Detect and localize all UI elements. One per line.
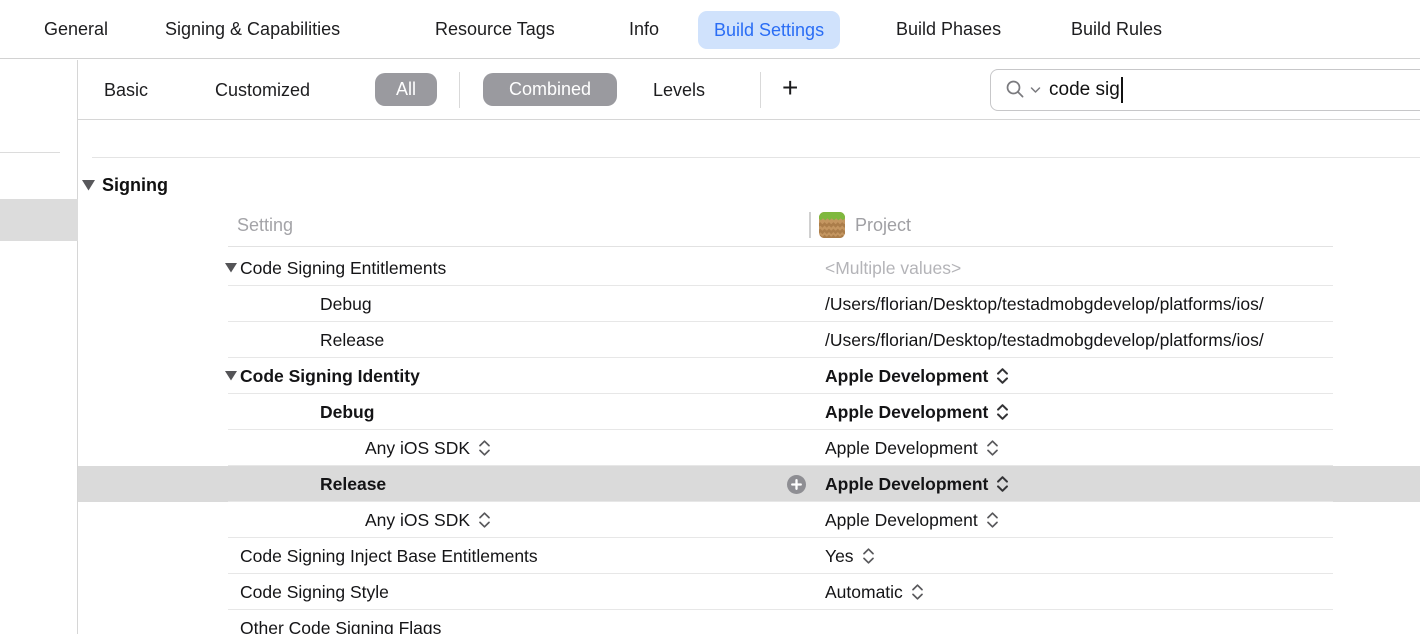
- scope-button-customized[interactable]: Customized: [215, 60, 310, 120]
- stepper-icon[interactable]: [996, 475, 1009, 493]
- column-divider: [809, 212, 811, 238]
- section-title: Signing: [102, 175, 168, 196]
- section-disclosure-triangle-icon[interactable]: [82, 180, 95, 191]
- sidebar-separator: [0, 152, 60, 153]
- scope-button-basic[interactable]: Basic: [104, 60, 148, 120]
- text-cursor: [1121, 77, 1123, 103]
- setting-row[interactable]: Any iOS SDK Apple Development: [78, 430, 1420, 466]
- stepper-icon[interactable]: [911, 583, 924, 601]
- setting-label: Release: [320, 330, 384, 351]
- project-column-header: Project: [855, 204, 911, 246]
- setting-value: <Multiple values>: [825, 258, 961, 279]
- setting-row[interactable]: Release/Users/florian/Desktop/testadmobg…: [78, 322, 1420, 358]
- add-value-button[interactable]: [787, 475, 806, 494]
- configuration-tab-bar: General Signing & Capabilities Resource Ta…: [0, 0, 1420, 59]
- settings-rows: Code Signing Entitlements <Multiple value…: [78, 250, 1420, 634]
- setting-row[interactable]: Other Code Signing Flags: [78, 610, 1420, 634]
- tab-info[interactable]: Info: [629, 0, 659, 59]
- setting-row[interactable]: Code Signing Inject Base Entitlements Yes: [78, 538, 1420, 574]
- setting-label: Any iOS SDK: [365, 438, 470, 459]
- tab-resource-tags[interactable]: Resource Tags: [435, 0, 555, 59]
- setting-label: Code Signing Style: [240, 582, 389, 603]
- table-column-header: Setting Project: [78, 204, 1420, 246]
- setting-value[interactable]: Apple Development: [825, 366, 988, 387]
- navigator-sidebar: [0, 60, 78, 634]
- setting-row[interactable]: Any iOS SDK Apple Development: [78, 502, 1420, 538]
- scope-button-all[interactable]: All: [375, 73, 437, 106]
- setting-value[interactable]: Apple Development: [825, 510, 978, 531]
- setting-label: Any iOS SDK: [365, 510, 470, 531]
- setting-row[interactable]: Release Apple Development: [78, 466, 1420, 502]
- scope-button-levels[interactable]: Levels: [653, 60, 705, 120]
- tab-signing-capabilities[interactable]: Signing & Capabilities: [165, 0, 340, 59]
- scope-button-combined[interactable]: Combined: [483, 73, 617, 106]
- setting-label: Code Signing Inject Base Entitlements: [240, 546, 538, 567]
- setting-label: Code Signing Entitlements: [240, 258, 446, 279]
- add-build-setting-button[interactable]: +: [782, 60, 798, 120]
- table-top-separator: [92, 157, 1420, 158]
- stepper-icon[interactable]: [986, 511, 999, 529]
- setting-value[interactable]: Yes: [825, 546, 854, 567]
- setting-label: Other Code Signing Flags: [240, 618, 441, 634]
- row-disclosure-triangle-icon[interactable]: [225, 250, 237, 286]
- setting-value[interactable]: Apple Development: [825, 438, 978, 459]
- tab-build-rules[interactable]: Build Rules: [1071, 0, 1162, 59]
- xcode-build-settings-window: General Signing & Capabilities Resource Ta…: [0, 0, 1420, 634]
- setting-label: Debug: [320, 294, 372, 315]
- stepper-icon[interactable]: [478, 511, 491, 529]
- setting-label: Code Signing Identity: [240, 366, 420, 387]
- column-header-underline: [228, 246, 1333, 247]
- stepper-icon[interactable]: [862, 547, 875, 565]
- tab-build-settings[interactable]: Build Settings: [698, 11, 840, 49]
- toolbar-divider: [760, 72, 761, 108]
- search-text: code sig: [1049, 79, 1120, 101]
- stepper-icon[interactable]: [996, 367, 1009, 385]
- stepper-icon[interactable]: [478, 439, 491, 457]
- setting-row[interactable]: Code Signing Identity Apple Development: [78, 358, 1420, 394]
- setting-value: /Users/florian/Desktop/testadmobgdevelop…: [825, 330, 1264, 351]
- tab-general[interactable]: General: [44, 0, 108, 59]
- setting-value: /Users/florian/Desktop/testadmobgdevelop…: [825, 294, 1264, 315]
- project-grass-block-icon: [819, 212, 845, 238]
- search-scope-chevron-icon[interactable]: [1030, 86, 1041, 94]
- setting-row[interactable]: Code Signing Style Automatic: [78, 574, 1420, 610]
- section-header-signing: Signing: [78, 170, 168, 200]
- setting-row[interactable]: Code Signing Entitlements <Multiple value…: [78, 250, 1420, 286]
- build-settings-table: Signing Setting Project C: [78, 120, 1420, 634]
- stepper-icon[interactable]: [996, 403, 1009, 421]
- setting-row[interactable]: Debug/Users/florian/Desktop/testadmobgde…: [78, 286, 1420, 322]
- setting-label: Debug: [320, 402, 374, 423]
- stepper-icon[interactable]: [986, 439, 999, 457]
- sidebar-selected-item[interactable]: [0, 199, 78, 241]
- search-icon[interactable]: [1004, 78, 1028, 102]
- build-settings-toolbar: + code sig Basic Customized All Combined Lev…: [78, 60, 1420, 120]
- tab-build-phases[interactable]: Build Phases: [896, 0, 1001, 59]
- setting-value[interactable]: Apple Development: [825, 474, 988, 495]
- row-disclosure-triangle-icon[interactable]: [225, 358, 237, 394]
- setting-row[interactable]: Debug Apple Development: [78, 394, 1420, 430]
- setting-value[interactable]: Apple Development: [825, 402, 988, 423]
- search-input[interactable]: code sig: [990, 69, 1420, 111]
- setting-label: Release: [320, 474, 386, 495]
- toolbar-divider: [459, 72, 460, 108]
- setting-value[interactable]: Automatic: [825, 582, 903, 603]
- setting-column-header: Setting: [237, 204, 293, 246]
